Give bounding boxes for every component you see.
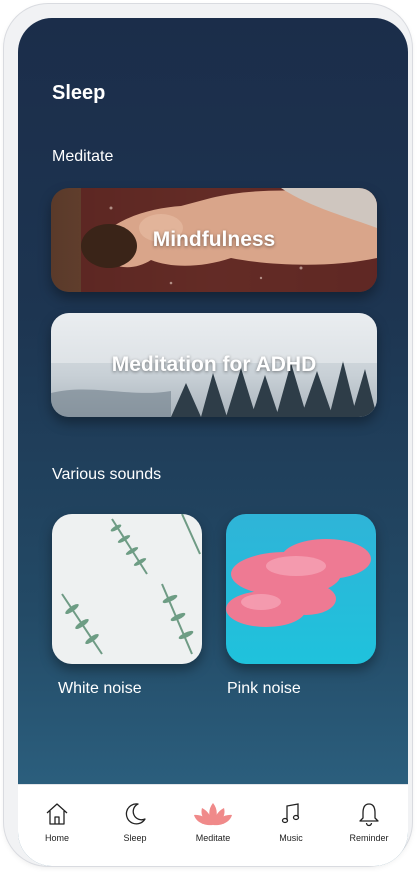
tab-home[interactable]: Home (22, 801, 92, 843)
tab-music-label: Music (279, 833, 303, 843)
home-icon (46, 803, 68, 825)
pink-noise-tile[interactable] (226, 514, 376, 664)
lotus-icon (194, 803, 232, 826)
app-screen: Sleep Meditate Mindfulness Meditation fo… (18, 18, 408, 866)
tab-meditate[interactable]: Meditate (178, 801, 248, 843)
tab-meditate-label: Meditate (195, 833, 231, 843)
white-noise-label: White noise (58, 680, 142, 697)
sounds-section-label: Various sounds (52, 466, 162, 483)
meditation-adhd-card[interactable]: Meditation for ADHD (51, 313, 377, 417)
meditate-section-label: Meditate (52, 148, 114, 165)
white-noise-tile[interactable] (52, 514, 202, 664)
tab-sleep[interactable]: Sleep (100, 801, 170, 843)
moon-icon (125, 803, 146, 825)
meditation-adhd-card-label: Meditation for ADHD (111, 353, 317, 376)
tab-music[interactable]: Music (256, 801, 326, 843)
bell-icon (359, 803, 379, 827)
tab-reminder-label: Reminder (349, 833, 389, 843)
tab-sleep-label: Sleep (123, 833, 147, 843)
tab-reminder[interactable]: Reminder (334, 801, 404, 843)
pink-cloud-image (226, 514, 376, 664)
tab-home-label: Home (44, 833, 69, 843)
music-note-icon (281, 803, 300, 824)
page-title: Sleep (52, 82, 106, 104)
phone-frame: Sleep Meditate Mindfulness Meditation fo… (4, 4, 412, 866)
pink-noise-label: Pink noise (227, 680, 301, 697)
tab-bar: Home Sleep Meditate Music Reminder (18, 784, 408, 866)
mindfulness-card-label: Mindfulness (152, 228, 276, 251)
mindfulness-card[interactable]: Mindfulness (51, 188, 377, 292)
fern-image (52, 514, 202, 664)
